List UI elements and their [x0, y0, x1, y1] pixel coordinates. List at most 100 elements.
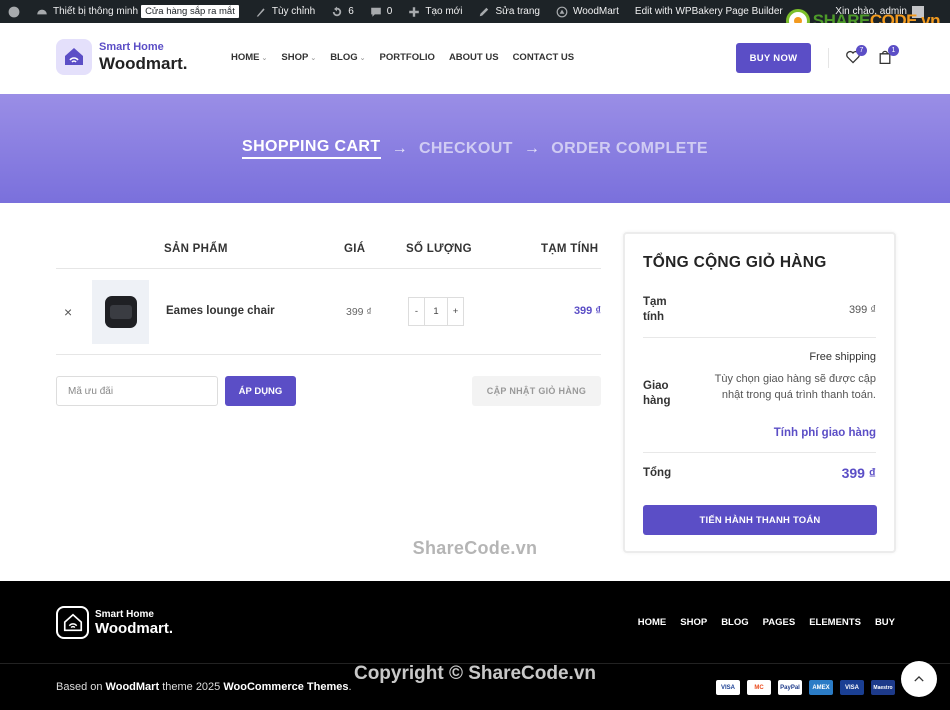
step-order-complete: ORDER COMPLETE — [551, 139, 708, 157]
wpbakery-label: Edit with WPBakery Page Builder — [634, 6, 783, 17]
nav-shop[interactable]: SHOP ⌄ — [281, 52, 316, 63]
pencil-icon — [480, 7, 489, 16]
update-cart-button[interactable]: CẬP NHẬT GIỎ HÀNG — [472, 376, 601, 406]
footer-nav-pages[interactable]: PAGES — [763, 617, 796, 628]
proceed-to-checkout-button[interactable]: TIẾN HÀNH THANH TOÁN — [643, 505, 877, 535]
cart-button[interactable]: 1 — [877, 45, 899, 65]
footer-nav: HOME SHOP BLOG PAGES ELEMENTS BUY — [638, 617, 895, 628]
chevron-up-icon — [914, 676, 924, 682]
footer-nav-buy[interactable]: BUY — [875, 617, 895, 628]
product-subtotal: 399 ₫ — [573, 305, 601, 317]
updates-icon — [333, 6, 342, 16]
updates-item[interactable]: 6 — [323, 0, 362, 23]
remove-item-icon[interactable]: × — [64, 304, 72, 320]
quantity-input[interactable]: 1 — [424, 298, 448, 325]
comments-item[interactable]: 0 — [362, 0, 401, 23]
visa-card-icon: VISA — [716, 680, 740, 695]
nav-contact-us[interactable]: CONTACT US — [513, 52, 575, 63]
wordpress-icon — [8, 6, 20, 17]
mastercard-icon: MC — [747, 680, 771, 695]
apply-coupon-button[interactable]: ÁP DỤNG — [225, 376, 296, 406]
smart-camera-image — [104, 296, 137, 328]
woodmart-label: WoodMart — [572, 6, 619, 17]
checkout-steps-banner: SHOPPING CART → CHECKOUT → ORDER COMPLET… — [0, 94, 950, 203]
new-content-label: Tạo mới — [425, 6, 463, 17]
chevron-down-icon: ⌄ — [310, 55, 317, 62]
table-divider — [56, 268, 601, 269]
buy-now-button[interactable]: BUY NOW — [736, 43, 811, 73]
chevron-down-icon: ⌄ — [261, 55, 268, 62]
quantity-stepper: - 1 + — [408, 297, 464, 326]
shipping-label: Giao hàng — [643, 380, 671, 407]
site-name-item[interactable]: Thiết bị thông minh Cửa hàng sắp ra mắt — [28, 0, 247, 23]
column-header-price: GIÁ — [344, 243, 366, 255]
wpbakery-item[interactable]: Edit with WPBakery Page Builder — [627, 0, 791, 23]
watermark-text: ShareCode.vn — [412, 538, 538, 558]
customize-item[interactable]: Tùy chỉnh — [247, 0, 323, 23]
footer-nav-blog[interactable]: BLOG — [721, 617, 748, 628]
site-logo[interactable]: Smart Home Woodmart. — [56, 39, 187, 75]
nav-portfolio[interactable]: PORTFOLIO — [380, 52, 435, 63]
cart-totals-box: TỔNG CỘNG GIỎ HÀNG Tạm tính 399 ₫ Giao h… — [623, 232, 896, 553]
footer-logo[interactable]: Smart Home Woodmart. — [56, 606, 173, 639]
quantity-decrease-button[interactable]: - — [409, 298, 424, 325]
comment-icon — [370, 7, 381, 17]
footer-copyright: Based on WoodMart theme 2025 WooCommerce… — [56, 681, 352, 693]
step-arrow-icon: → — [523, 139, 541, 157]
step-shopping-cart[interactable]: SHOPPING CART — [242, 138, 381, 159]
total-label: Tổng — [643, 467, 672, 479]
comments-count: 0 — [386, 6, 393, 17]
store-status-badge[interactable]: Cửa hàng sắp ra mắt — [141, 5, 239, 18]
subtotal-value: 399 ₫ — [848, 304, 876, 316]
paypal-icon: PayPal — [778, 680, 802, 695]
nav-blog[interactable]: BLOG ⌄ — [330, 52, 365, 63]
edit-page-item[interactable]: Sửa trang — [470, 0, 548, 23]
nav-home[interactable]: HOME ⌄ — [231, 52, 267, 63]
step-arrow-icon: → — [391, 139, 408, 157]
woodmart-item[interactable]: WoodMart — [548, 0, 627, 23]
amex-card-icon: AMEX — [809, 680, 833, 695]
main-nav: HOME ⌄ SHOP ⌄ BLOG ⌄ PORTFOLIO ABOUT US CON… — [231, 52, 574, 63]
edit-page-label: Sửa trang — [495, 6, 540, 17]
product-name-link[interactable]: Eames lounge chair — [166, 305, 275, 317]
header-divider — [828, 48, 829, 68]
shipping-note: Tùy chọn giao hàng sẽ được cập nhật tron… — [714, 373, 876, 401]
table-divider — [56, 354, 601, 355]
smart-home-icon — [56, 606, 89, 639]
nav-about-us[interactable]: ABOUT US — [449, 52, 499, 63]
footer-nav-shop[interactable]: SHOP — [680, 617, 707, 628]
plus-icon — [409, 6, 420, 17]
totals-divider — [643, 337, 876, 338]
scroll-to-top-button[interactable] — [901, 661, 937, 697]
dashboard-icon — [37, 9, 47, 14]
footer-nav-home[interactable]: HOME — [638, 617, 667, 628]
maestro-icon: Maestro — [871, 680, 895, 695]
step-checkout[interactable]: CHECKOUT — [419, 140, 513, 158]
column-header-quantity: SỐ LƯỢNG — [406, 243, 472, 255]
smart-home-icon — [56, 39, 92, 75]
brush-icon — [256, 7, 265, 17]
cart-count-badge: 1 — [888, 45, 899, 56]
updates-count: 6 — [348, 6, 354, 17]
wishlist-button[interactable]: 7 — [845, 45, 867, 65]
footer-brand-tagline: Smart Home — [95, 608, 154, 620]
footer-brand-name: Woodmart. — [95, 619, 174, 637]
chevron-down-icon: ⌄ — [359, 55, 366, 62]
shipping-method: Free shipping — [809, 351, 876, 363]
subtotal-label: Tạm tính — [643, 296, 667, 323]
woodmart-icon — [556, 6, 568, 17]
footer-nav-elements[interactable]: ELEMENTS — [809, 617, 861, 628]
brand-tagline: Smart Home — [99, 40, 164, 53]
column-header-product: SẢN PHẨM — [164, 243, 228, 255]
new-content-item[interactable]: Tạo mới — [400, 0, 470, 23]
calculate-shipping-link[interactable]: Tính phí giao hàng — [774, 427, 876, 439]
quantity-increase-button[interactable]: + — [448, 298, 463, 325]
wordpress-logo-item[interactable] — [0, 0, 28, 23]
woocommerce-themes-link[interactable]: WooCommerce Themes — [223, 681, 348, 693]
woodmart-link[interactable]: WoodMart — [106, 681, 160, 693]
coupon-code-input[interactable]: Mã ưu đãi — [56, 376, 218, 406]
column-header-subtotal: TẠM TÍNH — [541, 243, 599, 255]
checkout-steps: SHOPPING CART → CHECKOUT → ORDER COMPLET… — [0, 138, 950, 159]
site-footer: Smart Home Woodmart. HOME SHOP BLOG PAGE… — [0, 581, 950, 710]
product-thumbnail[interactable] — [92, 280, 149, 344]
